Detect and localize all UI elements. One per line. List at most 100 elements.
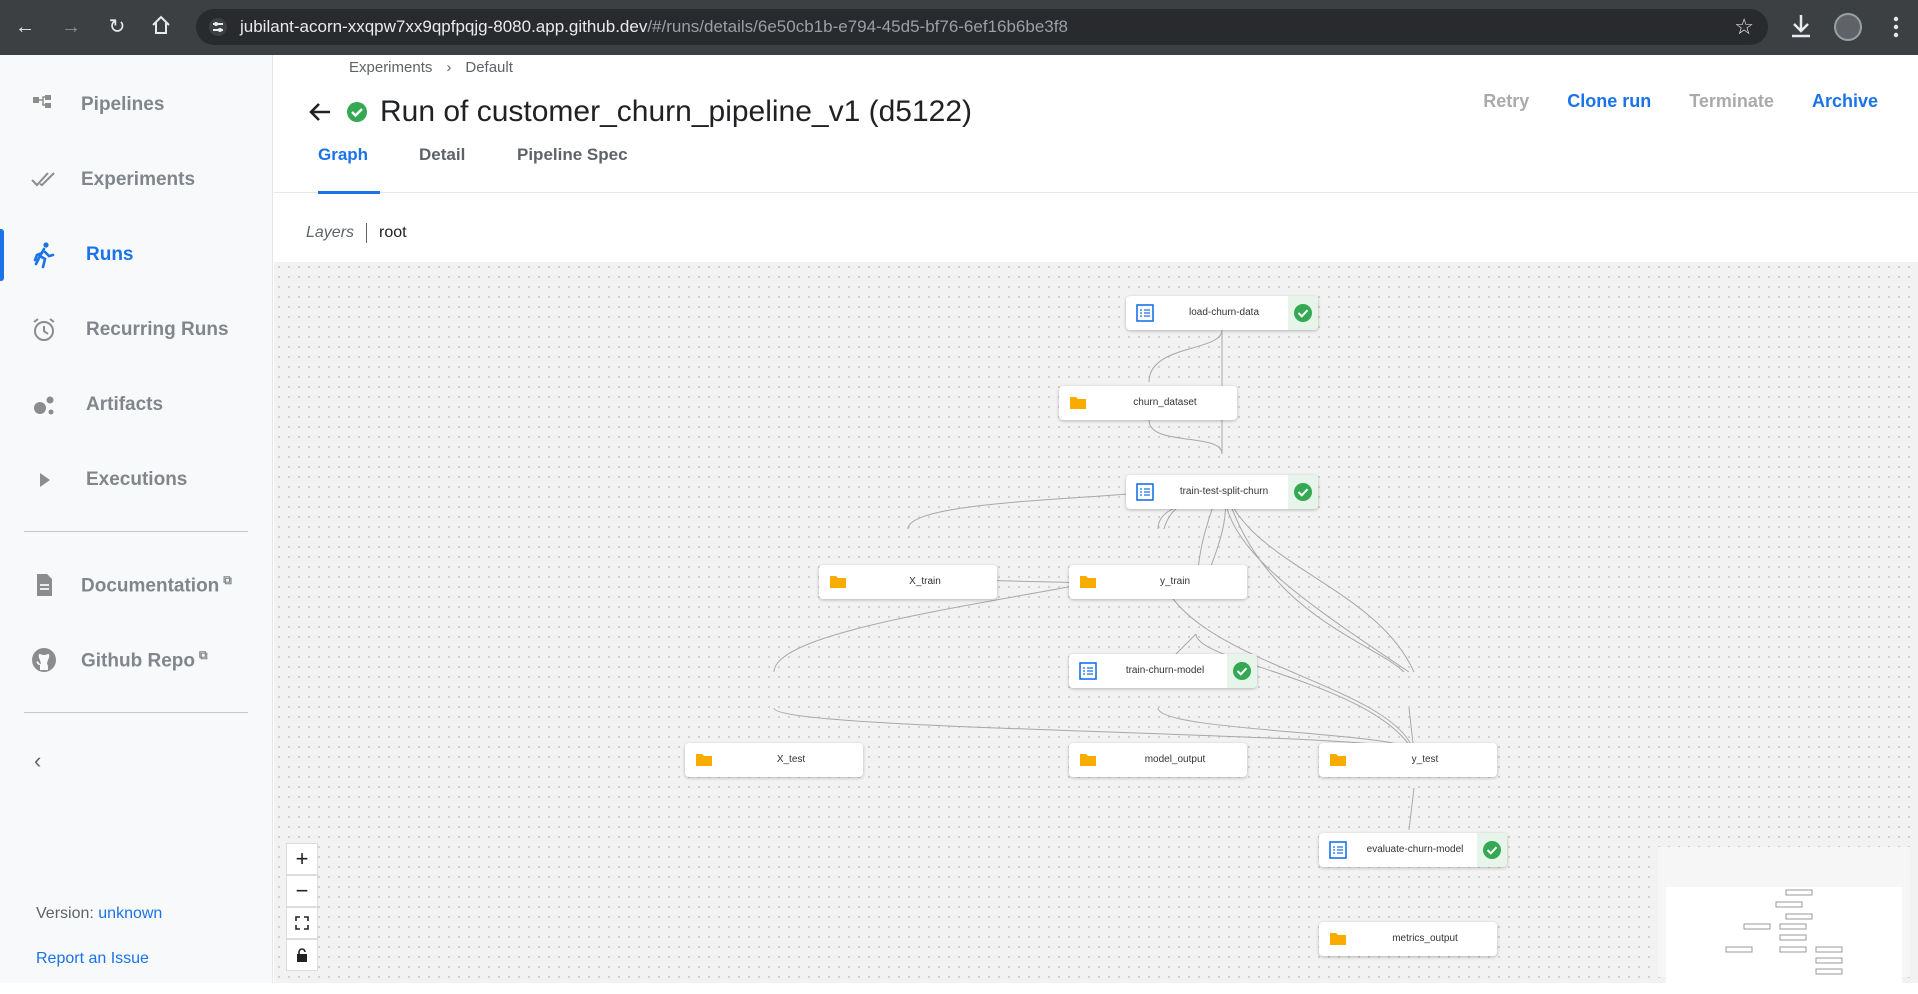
sidebar-link-label: Documentation ⧉ [81,572,232,597]
node-label: X_test [776,754,806,765]
fit-view-icon [295,916,309,930]
minimap-nodes [1725,889,1843,975]
sidebar-item-recurring-runs[interactable]: Recurring Runs [0,300,273,360]
edge [1408,787,1415,831]
node-label: y_test [1411,754,1439,765]
graph-node-y-train[interactable]: y_train [1069,565,1247,599]
minimap-node [1785,913,1813,920]
sidebar-item-label: Pipelines [81,94,165,115]
graph-node-x-train[interactable]: X_train [819,565,997,599]
retry-button[interactable]: Retry [1483,91,1529,112]
sidebar-item-label: Experiments [81,169,196,190]
download-icon[interactable] [1788,12,1814,40]
main-content: Experiments › Default Run of customer_chur… [274,55,1918,989]
execution-icon [1329,841,1347,859]
sidebar-link-label: Github Repo ⧉ [81,647,208,672]
artifacts-icon [34,396,54,415]
graph-node-y-test[interactable]: y_test [1319,743,1497,777]
sidebar-item-label: Recurring Runs [86,319,229,340]
graph-node-model-output[interactable]: model_output [1069,743,1247,777]
page-title: Run of customer_churn_pipeline_v1 (d5122… [380,95,973,128]
fit-view-button[interactable] [286,907,318,939]
tab-detail[interactable]: Detail [419,145,465,165]
edge [1195,633,1415,753]
sidebar-item-label: Artifacts [86,394,164,415]
node-status [1227,654,1257,688]
folder-icon [1080,754,1096,766]
lock-icon [297,948,307,962]
menu-icon[interactable] [1886,14,1906,40]
graph-node-x-test[interactable]: X_test [685,743,863,777]
graph-canvas[interactable]: load-churn-data churn_dataset train-test… [274,262,1918,989]
star-icon[interactable]: ☆ [1734,14,1754,40]
layers-root[interactable]: root [379,224,407,242]
home-icon[interactable] [148,14,174,40]
address-bar[interactable]: jubilant-acorn-xxqpw7xx9qpfpqjg-8080.app… [196,9,1768,45]
breadcrumb: Experiments › Default [349,59,513,76]
avatar[interactable] [1834,13,1862,41]
sidebar-divider [24,531,248,532]
graph-node-load-churn-data[interactable]: load-churn-data [1126,296,1318,330]
lock-button[interactable] [286,939,318,971]
success-check-icon [1233,662,1251,680]
sidebar-item-executions[interactable]: Executions [0,450,273,510]
graph-node-churn-dataset[interactable]: churn_dataset [1059,386,1237,420]
chevron-left-icon[interactable]: ‹ [34,748,41,774]
breadcrumb-separator: › [446,59,452,76]
graph-node-train-test-split-churn[interactable]: train-test-split-churn [1126,475,1318,509]
archive-button[interactable]: Archive [1812,91,1878,112]
tab-graph[interactable]: Graph [318,145,368,165]
graph-node-evaluate-churn-model[interactable]: evaluate-churn-model [1319,833,1507,867]
play-icon [40,473,50,487]
folder-icon [696,754,712,766]
document-icon [37,574,52,596]
edge [1148,419,1223,455]
run-actions: Retry Clone run Terminate Archive [1445,91,1878,112]
node-status [1288,475,1318,509]
node-status [1288,296,1318,330]
minimap-node [1779,946,1807,953]
back-icon[interactable]: ← [12,14,38,40]
sidebar-item-pipelines[interactable]: Pipelines [0,75,273,135]
tab-pipeline-spec[interactable]: Pipeline Spec [517,145,628,165]
folder-icon [1070,397,1086,409]
external-link-icon: ⧉ [223,572,232,587]
alarm-icon [33,318,55,341]
node-label: metrics_output [1392,933,1458,944]
sidebar-link-github[interactable]: Github Repo ⧉ [0,630,273,690]
version-info: Version: unknown [36,905,163,922]
forward-icon[interactable]: → [58,14,84,40]
back-arrow-icon[interactable] [306,98,334,126]
zoom-in-button[interactable]: + [286,843,318,875]
reload-icon[interactable]: ↻ [104,14,130,40]
sidebar-divider [24,712,248,713]
folder-icon [1330,754,1346,766]
report-issue-link[interactable]: Report an Issue [36,950,149,968]
sidebar-item-label: Runs [86,244,134,265]
breadcrumb-experiments[interactable]: Experiments [349,59,432,76]
node-label: model_output [1144,754,1206,765]
node-label: train-test-split-churn [1179,486,1269,497]
sidebar-item-experiments[interactable]: Experiments [0,150,273,210]
sidebar-link-documentation[interactable]: Documentation ⧉ [0,555,273,615]
sidebar-item-label: Executions [86,469,188,490]
graph-minimap[interactable] [1658,847,1910,989]
minimap-node [1815,957,1843,964]
layers-breadcrumb: Layers root [306,223,407,243]
sidebar-item-runs[interactable]: Runs [0,225,273,285]
runs-icon [33,242,55,269]
node-status [1477,833,1507,867]
graph-node-train-churn-model[interactable]: train-churn-model [1069,654,1257,688]
execution-icon [1136,304,1154,322]
clone-run-button[interactable]: Clone run [1567,91,1651,112]
version-link[interactable]: unknown [98,905,162,922]
site-settings-icon[interactable] [208,17,228,37]
terminate-button[interactable]: Terminate [1689,91,1774,112]
graph-node-metrics-output[interactable]: metrics_output [1319,922,1497,956]
zoom-out-button[interactable]: − [286,875,318,907]
node-label: y_train [1159,576,1190,587]
success-check-icon [1294,304,1312,322]
sidebar-item-artifacts[interactable]: Artifacts [0,375,273,435]
minimap-node [1779,923,1807,930]
breadcrumb-default[interactable]: Default [465,59,513,76]
